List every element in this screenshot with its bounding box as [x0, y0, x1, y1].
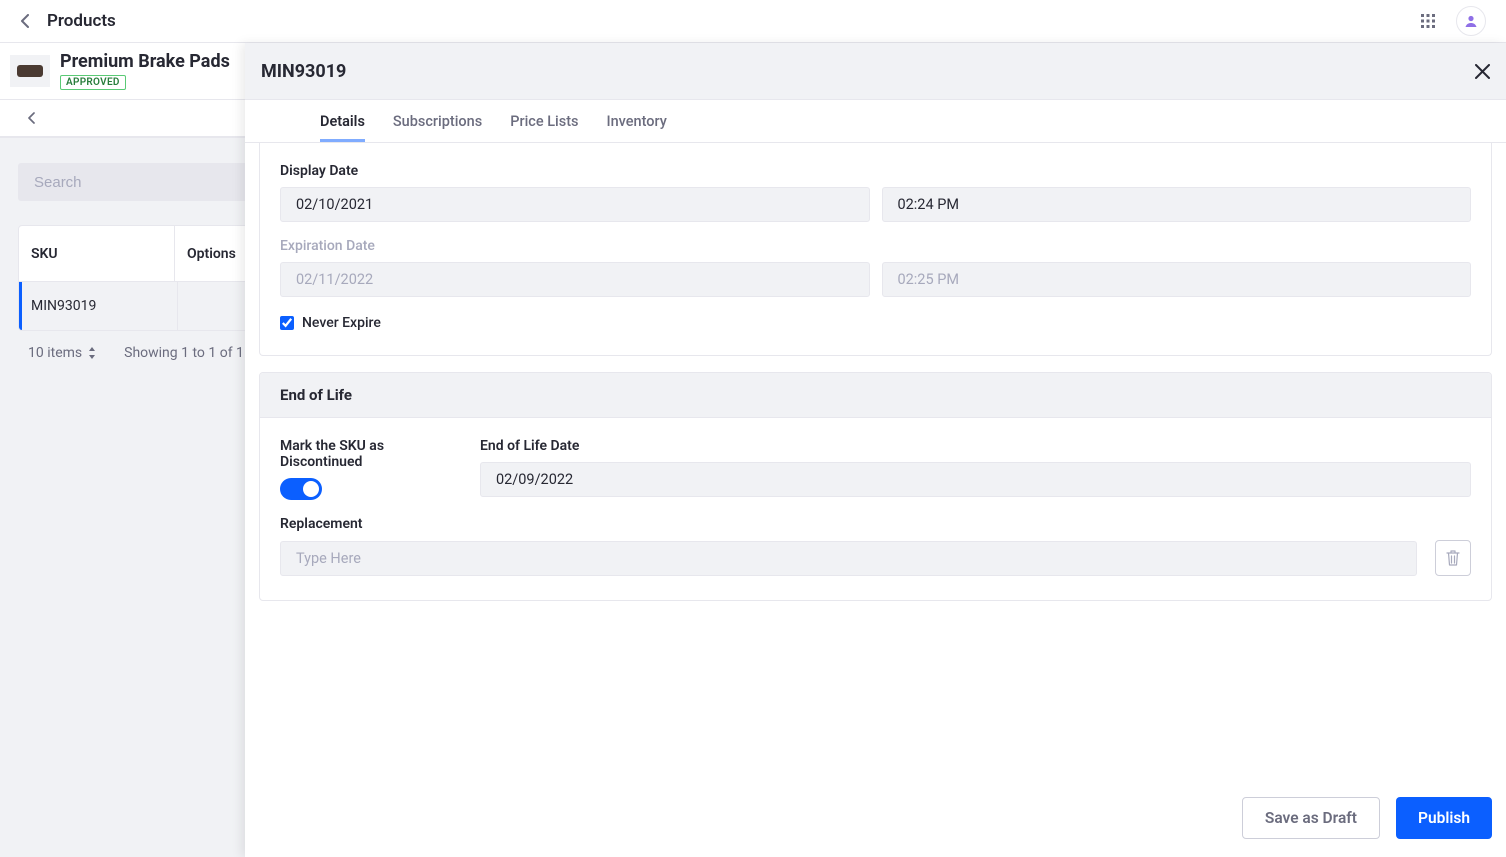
replacement-field[interactable]: Type Here — [280, 541, 1417, 576]
global-header: Products — [0, 0, 1506, 43]
chevron-left-icon — [27, 112, 35, 124]
status-badge: APPROVED — [60, 75, 126, 90]
apps-menu-button[interactable] — [1418, 11, 1438, 31]
display-date-label: Display Date — [280, 163, 1471, 179]
cell-sku: MIN93019 — [22, 298, 177, 314]
expiration-time-field[interactable]: 02:25 PM — [882, 262, 1472, 297]
never-expire-row[interactable]: Never Expire — [280, 315, 1471, 331]
trash-icon — [1446, 550, 1460, 566]
grid-icon — [1420, 13, 1436, 29]
display-time-field[interactable]: 02:24 PM — [882, 187, 1472, 222]
panel-title: MIN93019 — [261, 61, 346, 82]
items-per-page[interactable]: 10 items — [28, 345, 96, 361]
never-expire-checkbox[interactable] — [280, 316, 294, 330]
schedule-card: Display Date 02/10/2021 02:24 PM Expirat… — [259, 143, 1492, 356]
eol-date-label: End of Life Date — [480, 438, 1471, 454]
tab-price-lists[interactable]: Price Lists — [510, 100, 578, 142]
sort-icon — [88, 347, 96, 359]
expiration-date-label: Expiration Date — [280, 238, 1471, 254]
end-of-life-card: End of Life Mark the SKU as Discontinued… — [259, 372, 1492, 601]
collapse-button[interactable] — [27, 112, 35, 124]
save-as-draft-button[interactable]: Save as Draft — [1242, 797, 1380, 839]
product-name: Premium Brake Pads — [60, 52, 230, 73]
breadcrumb[interactable]: Products — [47, 11, 116, 31]
sku-detail-panel: MIN93019 Details Subscriptions Price Lis… — [245, 43, 1506, 857]
replacement-delete-button[interactable] — [1435, 540, 1471, 576]
user-menu-button[interactable] — [1456, 6, 1486, 36]
discontinued-toggle[interactable] — [280, 478, 322, 500]
eol-date-field[interactable]: 02/09/2022 — [480, 462, 1471, 497]
never-expire-label: Never Expire — [302, 315, 381, 331]
display-date-field[interactable]: 02/10/2021 — [280, 187, 870, 222]
tab-details[interactable]: Details — [320, 100, 365, 142]
publish-button[interactable]: Publish — [1396, 797, 1492, 839]
pagination-status: Showing 1 to 1 of 1 — [124, 345, 244, 361]
back-button[interactable] — [20, 14, 29, 28]
panel-body: Display Date 02/10/2021 02:24 PM Expirat… — [245, 143, 1506, 857]
chevron-left-icon — [20, 14, 29, 28]
expiration-date-field[interactable]: 02/11/2022 — [280, 262, 870, 297]
panel-header: MIN93019 — [245, 43, 1506, 100]
panel-footer-actions: Save as Draft Publish — [1242, 797, 1492, 839]
tab-subscriptions[interactable]: Subscriptions — [393, 100, 482, 142]
end-of-life-heading: End of Life — [260, 373, 1491, 418]
panel-tabs: Details Subscriptions Price Lists Invent… — [245, 100, 1506, 143]
tab-inventory[interactable]: Inventory — [606, 100, 666, 142]
discontinued-label: Mark the SKU as Discontinued — [280, 438, 460, 470]
close-button[interactable] — [1475, 64, 1490, 79]
close-icon — [1475, 64, 1490, 79]
replacement-label: Replacement — [280, 516, 1471, 532]
user-icon — [1464, 14, 1478, 28]
product-thumbnail — [10, 55, 50, 87]
column-sku[interactable]: SKU — [19, 246, 174, 262]
